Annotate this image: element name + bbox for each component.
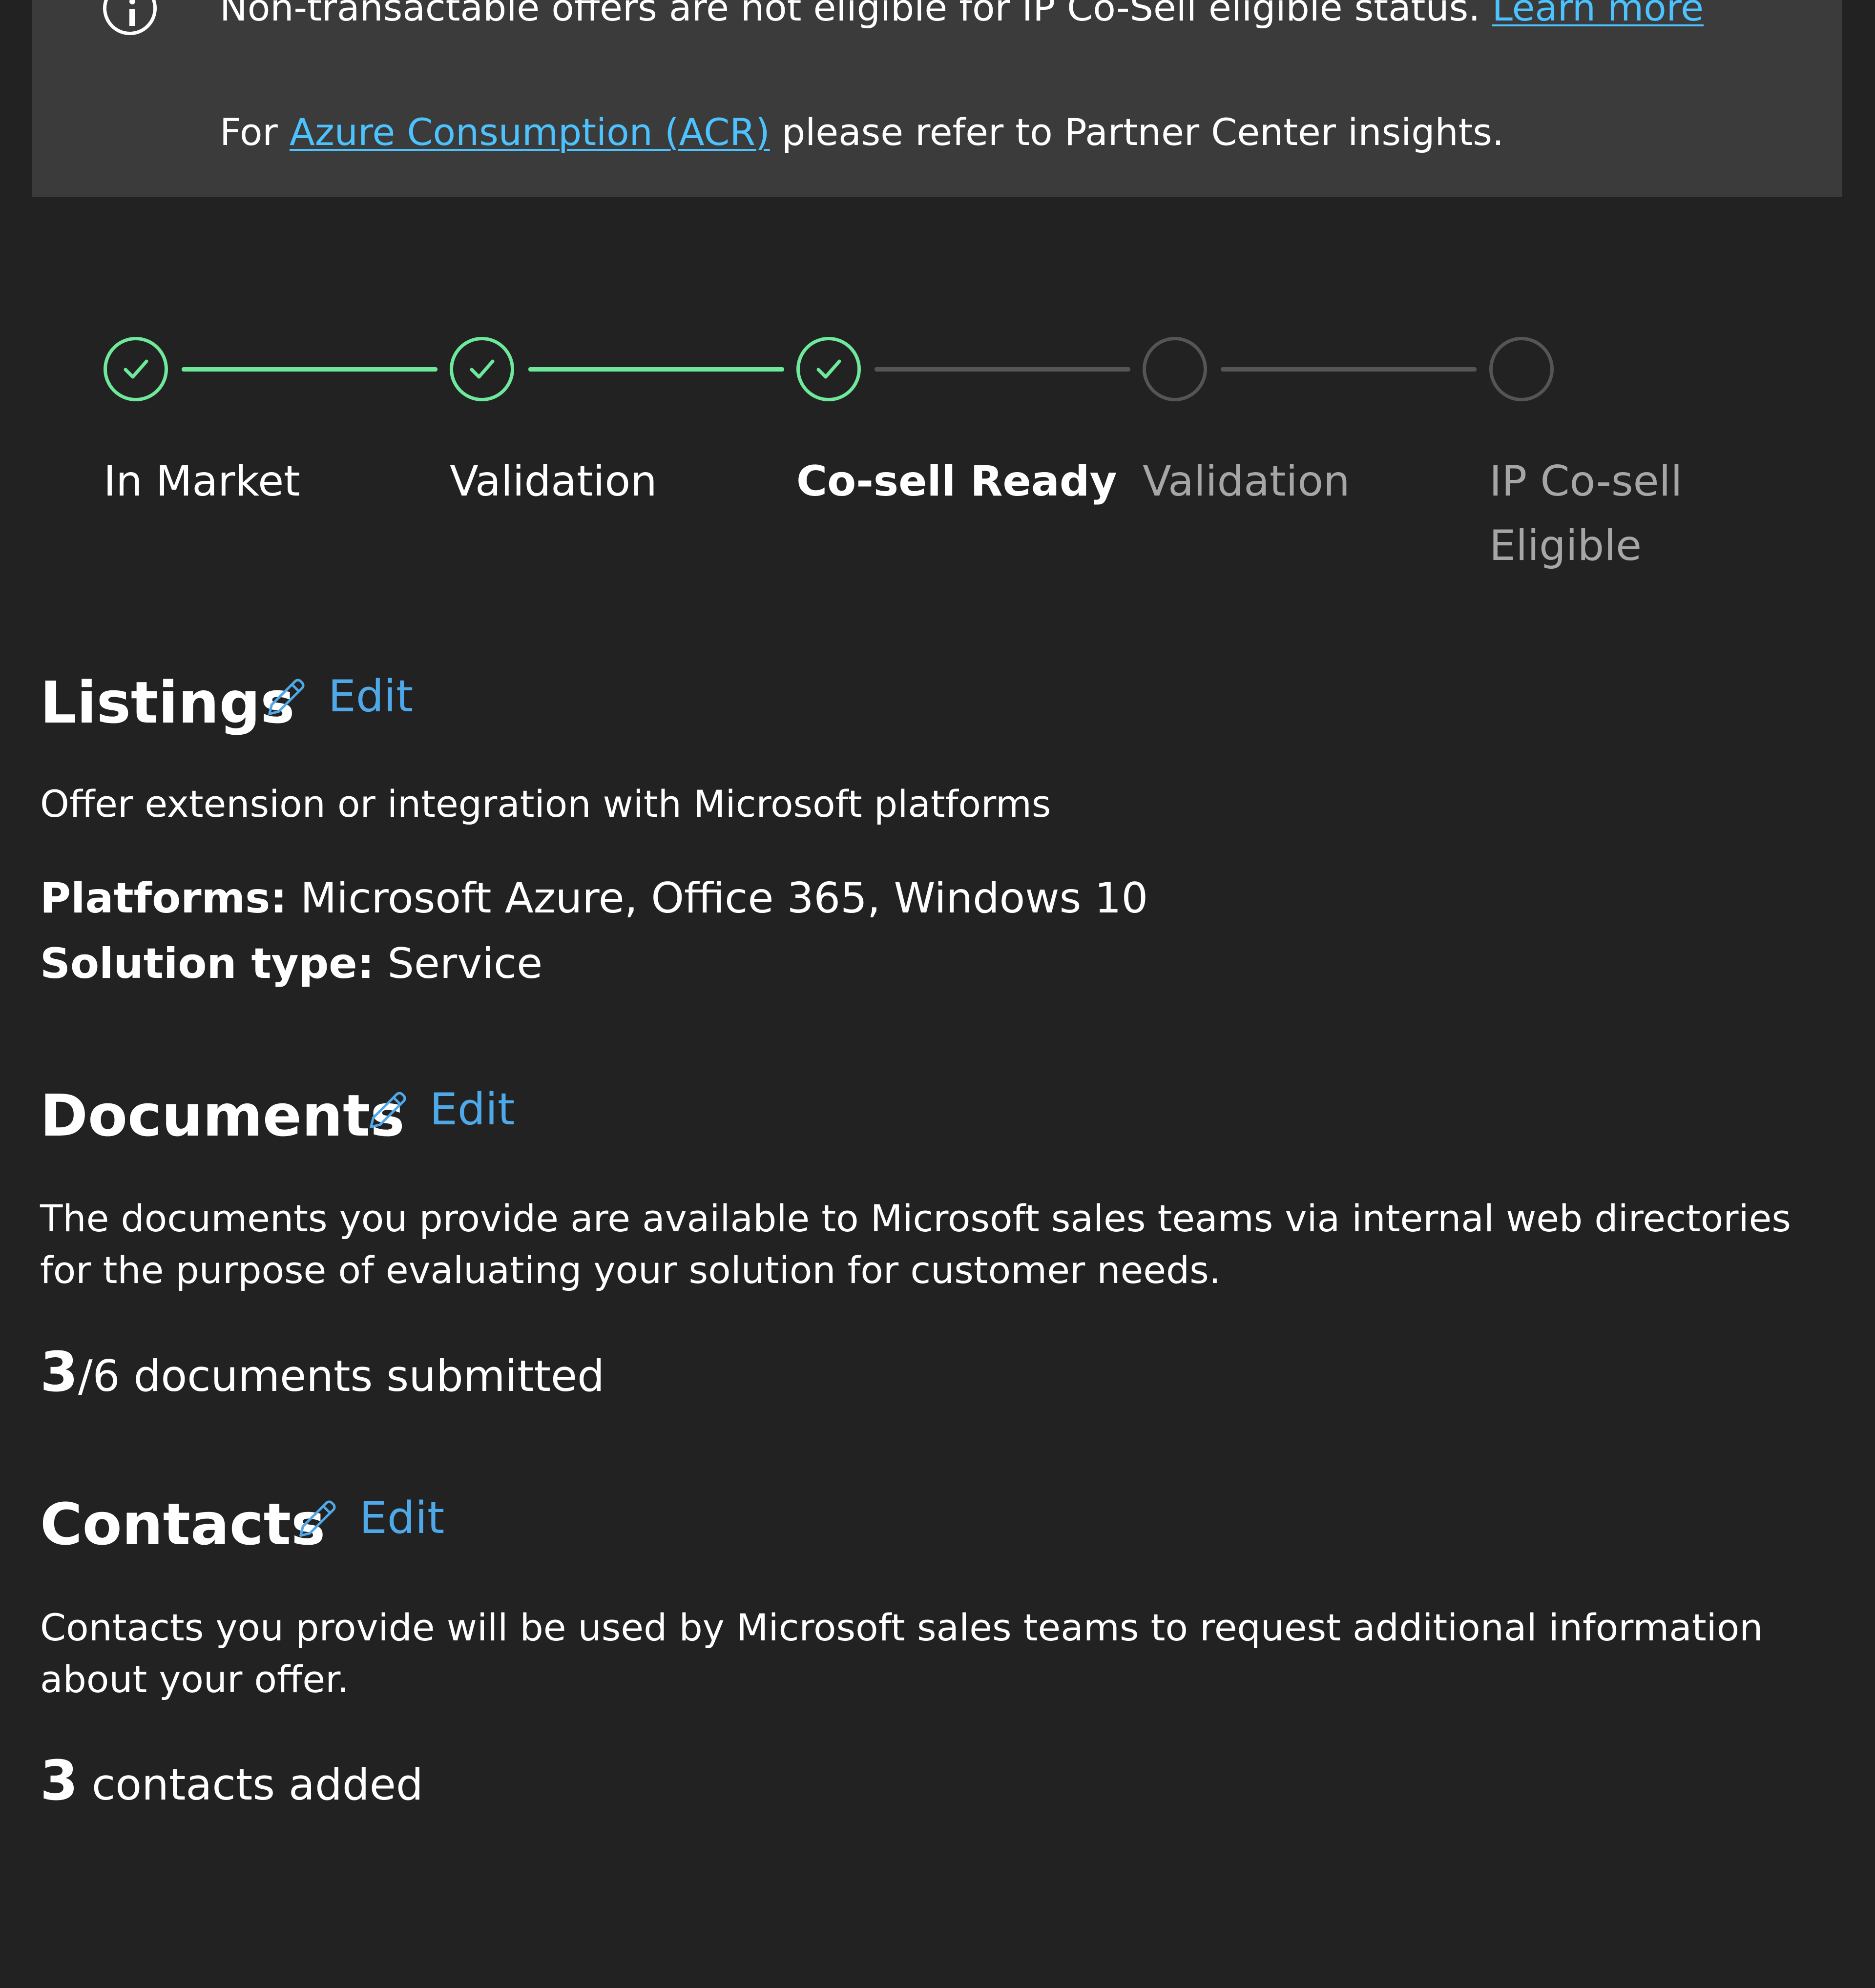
step-1-label: In Market (104, 457, 300, 506)
pencil-icon (370, 1092, 406, 1128)
step-connector-1 (182, 367, 438, 372)
documents-edit-label: Edit (430, 1084, 515, 1135)
step-2-check-icon (450, 337, 514, 401)
platforms-value: Microsoft Azure, Office 365, Windows 10 (300, 874, 1148, 923)
contacts-added-number: 3 (40, 1749, 78, 1813)
listings-edit-label: Edit (328, 671, 414, 722)
contacts-edit-button[interactable]: Edit (295, 1495, 444, 1541)
contacts-edit-label: Edit (359, 1492, 445, 1544)
solution-type-label: Solution type: (40, 939, 375, 988)
documents-edit-button[interactable]: Edit (365, 1087, 515, 1133)
banner-message: Non-transactable offers are not eligible… (220, 0, 1480, 29)
banner-line-1: Non-transactable offers are not eligible… (220, 0, 1704, 26)
listings-edit-button[interactable]: Edit (264, 674, 413, 720)
step-connector-3 (875, 367, 1130, 372)
listings-description: Offer extension or integration with Micr… (40, 782, 1051, 826)
banner-suffix: please refer to Partner Center insights. (781, 110, 1504, 154)
step-connector-4 (1221, 367, 1477, 372)
learn-more-link[interactable]: Learn more (1492, 0, 1704, 29)
banner-prefix: For (220, 110, 278, 154)
step-5-circle-icon (1489, 337, 1554, 401)
step-connector-2 (528, 367, 784, 372)
documents-submitted-number: 3 (40, 1341, 78, 1404)
banner-line-2: For Azure Consumption (ACR) please refer… (220, 114, 1504, 151)
pencil-icon (299, 1500, 336, 1537)
contacts-added-text: contacts added (78, 1760, 423, 1810)
listings-title: Listings (40, 669, 295, 736)
info-icon (103, 0, 157, 35)
documents-title: Documents (40, 1082, 405, 1149)
step-3-label: Co-sell Ready (796, 457, 1117, 506)
documents-submitted-text: /6 documents submitted (78, 1351, 605, 1401)
azure-consumption-link[interactable]: Azure Consumption (ACR) (290, 110, 770, 154)
step-4-circle-icon (1143, 337, 1207, 401)
contacts-description: Contacts you provide will be used by Mic… (40, 1606, 1763, 1701)
platforms-label: Platforms: (40, 874, 287, 923)
step-4-label: Validation (1143, 457, 1350, 506)
documents-description: The documents you provide are available … (40, 1197, 1791, 1292)
contacts-count: 3 contacts added (40, 1754, 423, 1808)
step-3-check-icon (796, 337, 861, 401)
step-1-check-icon (104, 337, 168, 401)
solution-type-row: Solution type: Service (40, 943, 542, 985)
documents-count: 3/6 documents submitted (40, 1345, 604, 1400)
step-5-label: IP Co-sell Eligible (1489, 457, 1683, 570)
step-2-label: Validation (450, 457, 657, 506)
pencil-icon (268, 679, 305, 715)
info-banner: Non-transactable offers are not eligible… (32, 0, 1842, 197)
platforms-row: Platforms: Microsoft Azure, Office 365, … (40, 877, 1148, 919)
contacts-title: Contacts (40, 1491, 326, 1558)
solution-type-value: Service (387, 939, 543, 988)
